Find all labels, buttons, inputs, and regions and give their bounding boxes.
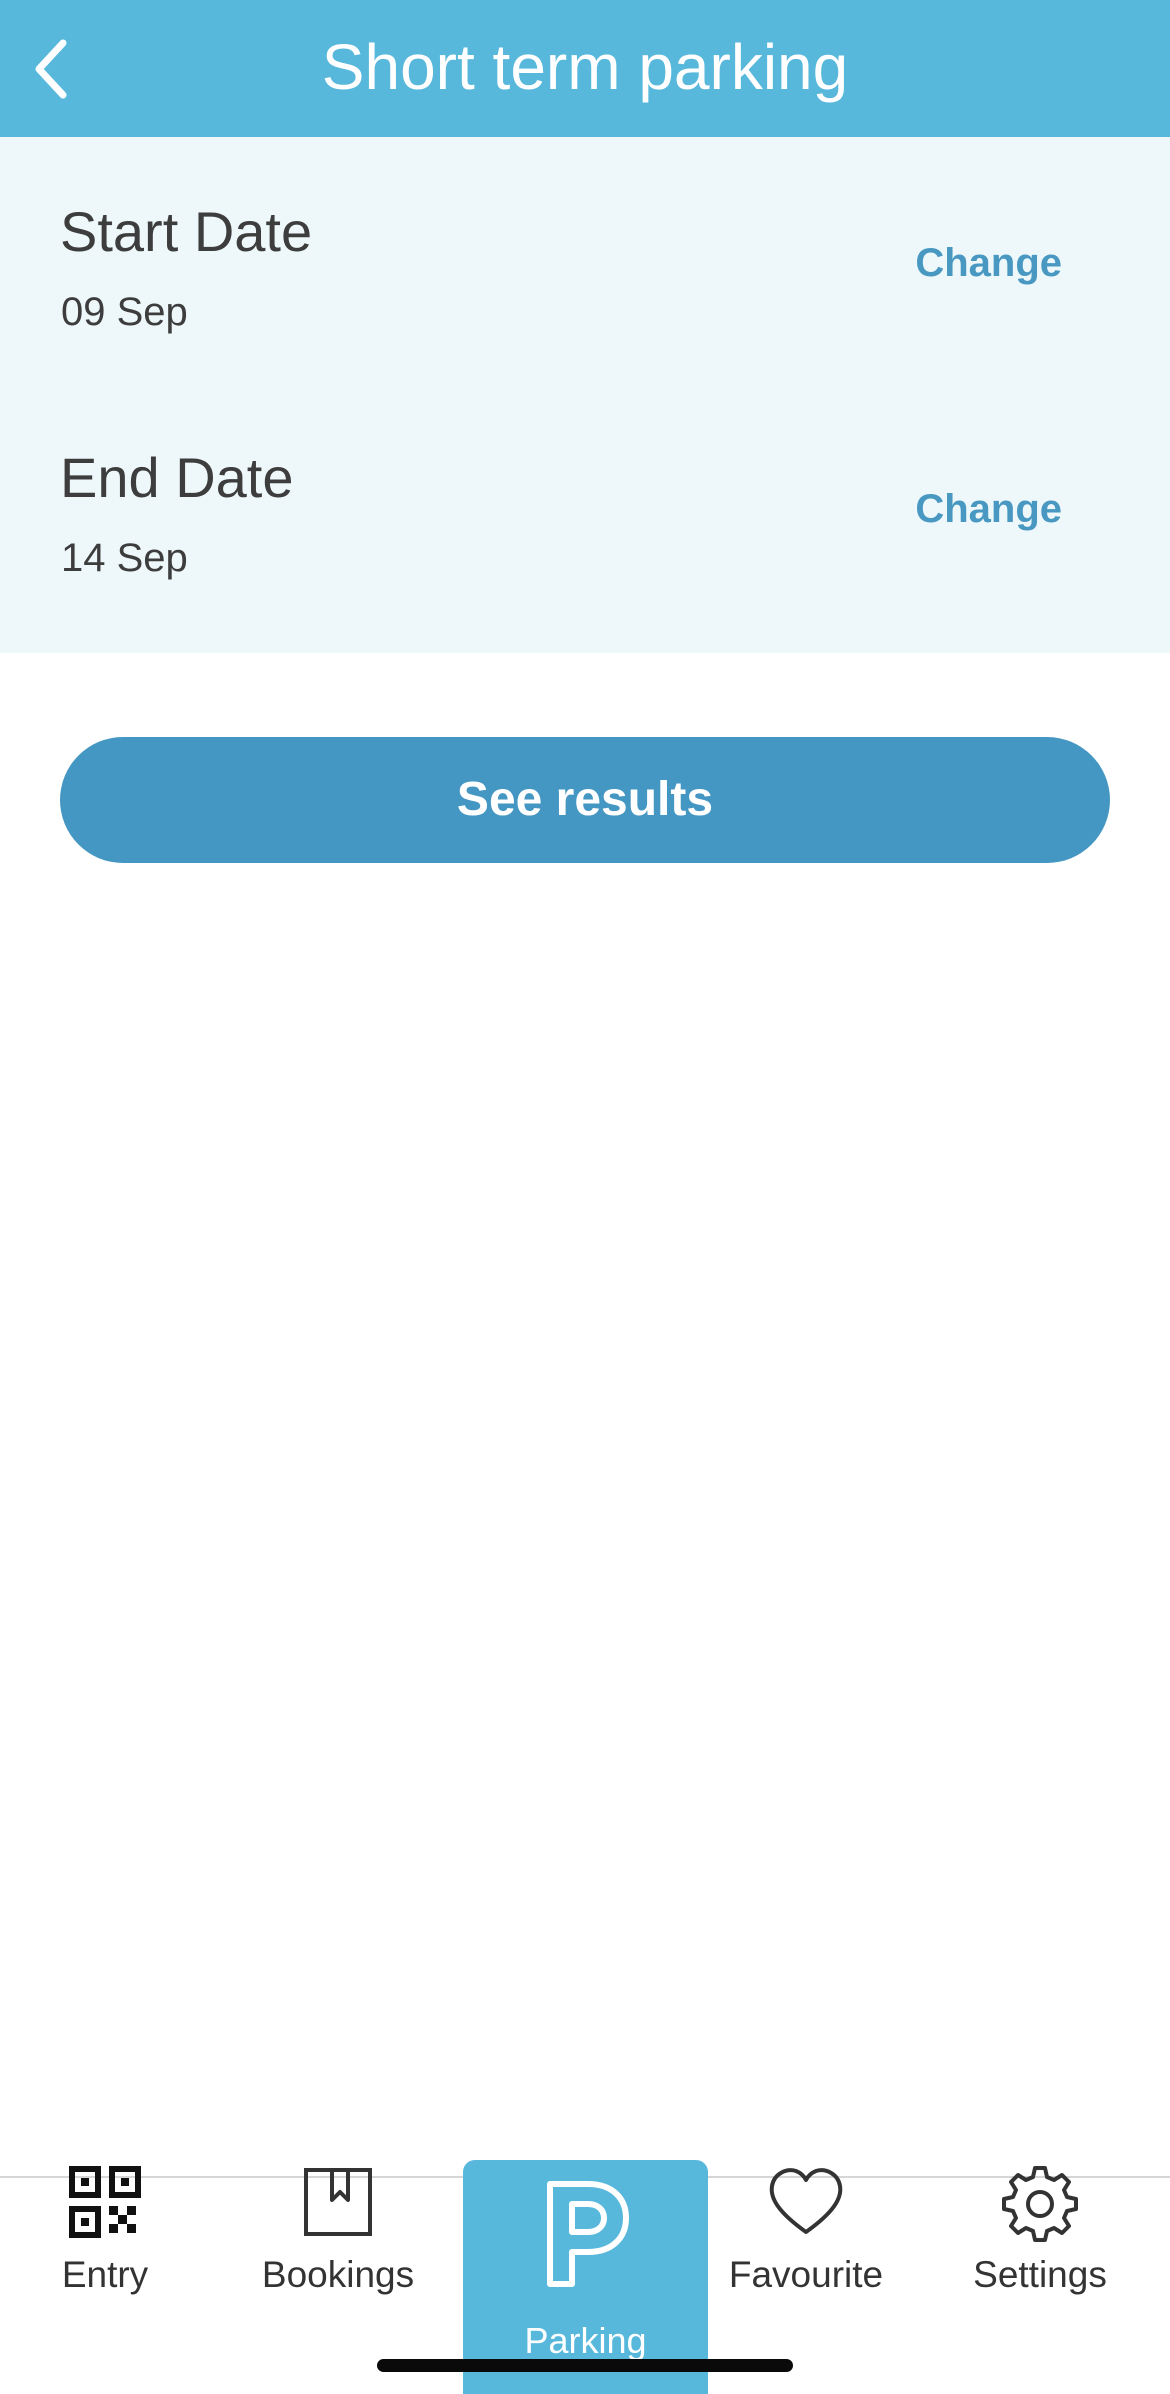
end-date-row: End Date 14 Sep Change — [0, 383, 1170, 629]
date-selection-panel: Start Date 09 Sep Change End Date 14 Sep… — [0, 137, 1170, 653]
bookmark-icon — [304, 2168, 372, 2236]
tab-settings[interactable]: Settings — [950, 2166, 1130, 2394]
gear-icon — [1002, 2166, 1078, 2242]
start-date-row: Start Date 09 Sep Change — [0, 137, 1170, 383]
tab-settings-label: Settings — [973, 2254, 1107, 2295]
end-date-value: 14 Sep — [61, 536, 188, 580]
tab-entry-label: Entry — [61, 2254, 149, 2295]
end-date-label: End Date — [60, 446, 294, 509]
parking-icon — [547, 2181, 629, 2287]
see-results-button[interactable]: See results — [60, 737, 1110, 863]
change-start-date-button[interactable]: Change — [915, 241, 1062, 286]
tab-entry[interactable]: Entry — [30, 2166, 180, 2394]
qr-code-icon — [69, 2166, 141, 2238]
start-date-label: Start Date — [60, 200, 313, 263]
home-indicator — [377, 2359, 793, 2372]
tab-parking-label: Parking — [524, 2320, 647, 2361]
page-title: Short term parking — [321, 31, 849, 103]
tab-bookings-label: Bookings — [261, 2254, 415, 2295]
start-date-value: 09 Sep — [61, 290, 188, 334]
change-end-date-button[interactable]: Change — [915, 487, 1062, 532]
top-app-bar: Short term parking — [0, 0, 1170, 137]
tab-favourite-label: Favourite — [728, 2254, 884, 2295]
heart-icon — [769, 2168, 843, 2234]
